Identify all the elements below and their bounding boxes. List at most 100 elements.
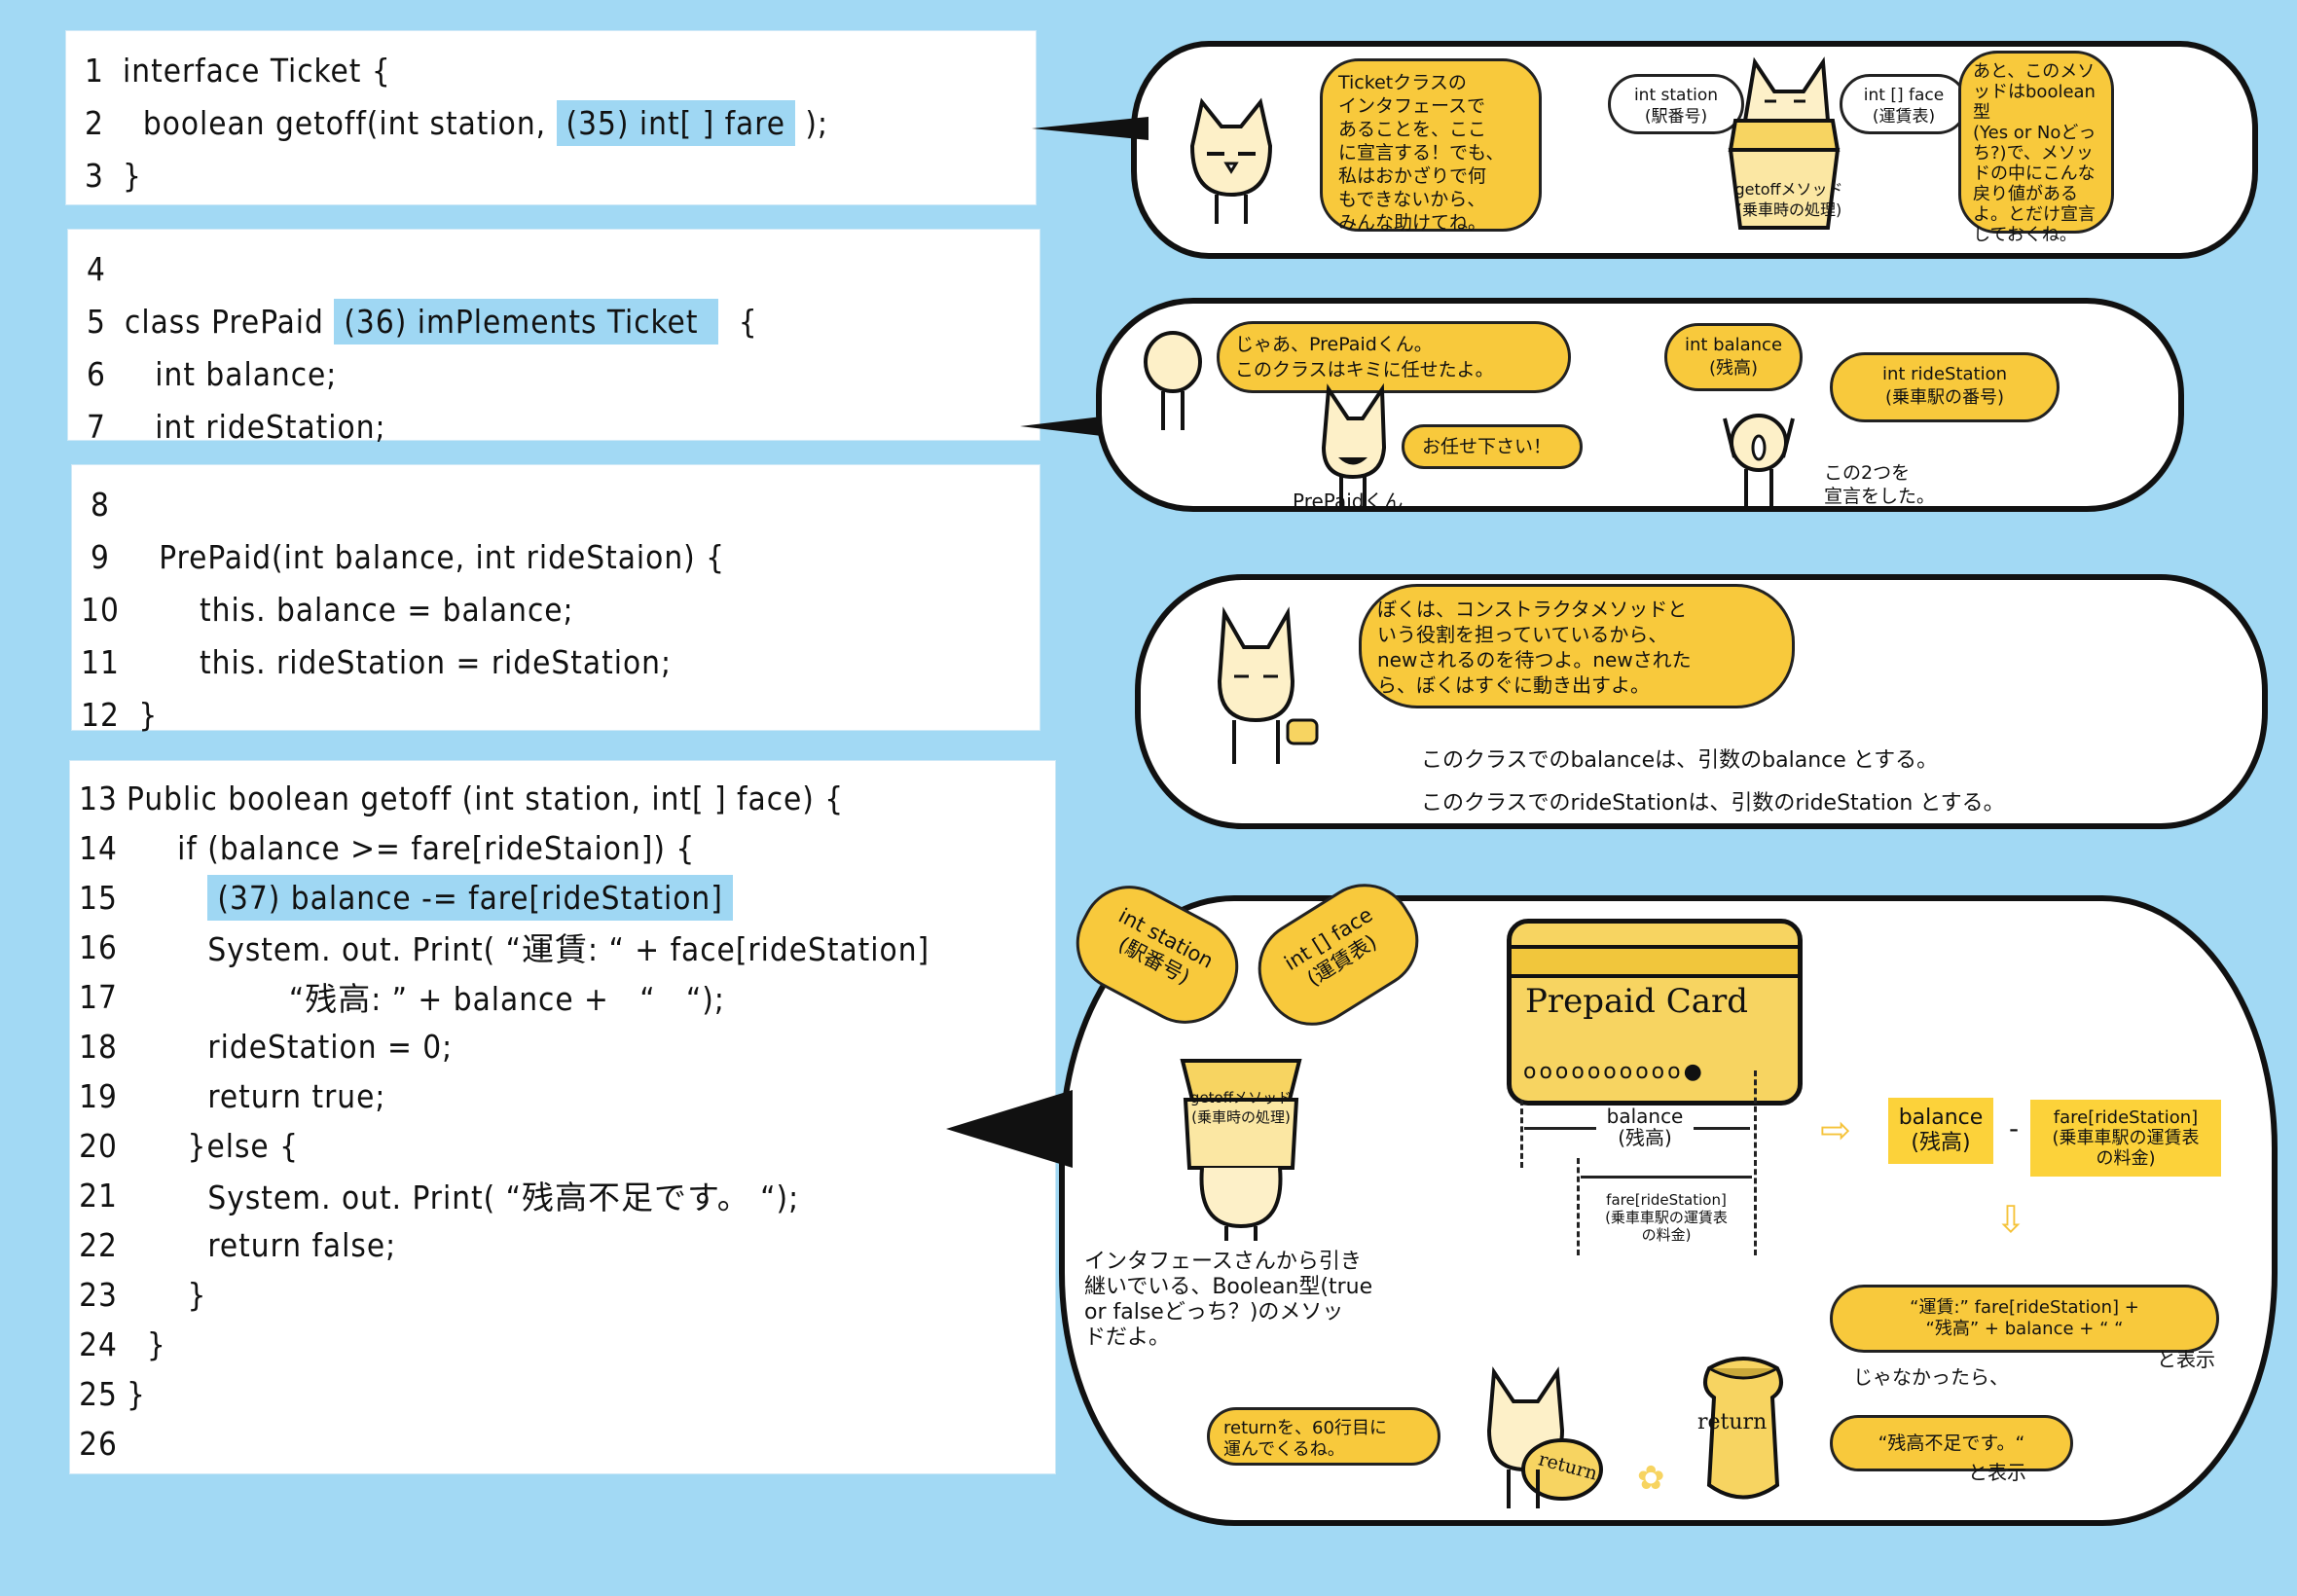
return-bag-label: return <box>1697 1410 1768 1434</box>
code-line: 20 }else { <box>70 1120 299 1171</box>
cat-with-box-icon <box>1180 1059 1302 1241</box>
code-text: return false; <box>127 1225 397 1264</box>
line-number: 24 <box>79 1324 118 1363</box>
line-number: 19 <box>79 1076 118 1115</box>
cat-icon <box>1189 97 1273 224</box>
line-number: 13 <box>79 779 118 817</box>
code-text: } <box>127 1374 146 1413</box>
prepaid-card: Prepaid Card oooooooooo● <box>1507 919 1803 1106</box>
code-line: 21 System. out. Print( “残高不足です。 “); <box>70 1170 799 1220</box>
panel-4-box-label: getoffメソッド (乗車時の処理) <box>1189 1089 1293 1126</box>
code-text: } <box>128 695 159 734</box>
code-line: 7 int rideStation; <box>68 401 386 452</box>
code-text: }else { <box>127 1126 300 1165</box>
prepaid-character-name: PrePaidくん <box>1293 490 1404 513</box>
line-number: 21 <box>79 1176 118 1215</box>
code-text: if (balance >= fare[rideStaion]) { <box>127 828 696 867</box>
panel-4-tail <box>946 1090 1073 1168</box>
card-title: Prepaid Card <box>1525 982 1749 1021</box>
code-line: 1 interface Ticket { <box>66 45 391 95</box>
answer-blank-highlight: (37) balance -= fare[rideStation] <box>207 874 733 921</box>
param-face-bubble: int [] face (運賃表) <box>1840 74 1968 134</box>
code-line: 22 return false; <box>70 1219 396 1270</box>
code-text: int balance; <box>125 354 338 393</box>
code-text: this. rideStation = rideStation; <box>128 642 672 681</box>
surprised-cat-icon <box>1723 414 1795 508</box>
arrow-right-icon: ⇨ <box>1820 1108 1851 1151</box>
code-line: 25} <box>70 1368 146 1419</box>
line-number: 2 <box>85 103 104 142</box>
line-number: 7 <box>87 407 106 446</box>
code-line: 14 if (balance >= fare[rideStaion]) { <box>70 822 695 873</box>
code-line: 23 } <box>70 1269 206 1320</box>
code-text: rideStation = 0; <box>127 1027 454 1066</box>
panel-1-return-speech: あと、このメソ ッドはboolean型 (Yes or Noどっ ち?)で、メソ… <box>1958 51 2114 245</box>
code-block-constructor: 8 9 PrePaid(int balance, int rideStaion) … <box>72 465 1039 734</box>
line-number: 17 <box>79 977 118 1016</box>
code-text: Public boolean getoff (int station, int[… <box>127 779 845 817</box>
code-line: 6 int balance; <box>68 348 337 399</box>
answer-blank-highlight: (36) imPlements Ticket <box>334 298 718 345</box>
code-text: System. out. Print( “残高不足です。 “); <box>127 1179 800 1216</box>
code-text: int rideStation; <box>125 407 386 446</box>
line-number: 11 <box>81 642 120 681</box>
code-text: } <box>127 1275 207 1314</box>
inherit-note: インタフェースさんから引き 継いでいる、Boolean型(true or fal… <box>1084 1250 1373 1350</box>
code-line: 9 PrePaid(int balance, int rideStaion) { <box>72 531 725 582</box>
line-number: 15 <box>79 878 118 917</box>
code-line: 11 this. rideStation = rideStation; <box>72 636 672 687</box>
code-line: 5 class PrePaid (36) imPlements Ticket { <box>68 296 758 346</box>
card-holes: oooooooooo● <box>1523 1060 1705 1084</box>
fare-dimension-label: fare[rideStation] (乗車車駅の運賃表 の料金) <box>1605 1191 1728 1244</box>
var-balance-bubble: int balance (残高) <box>1664 323 1803 391</box>
line-number: 4 <box>87 249 106 288</box>
code-line: 17 “残高: ” + balance + “ “); <box>70 971 725 1022</box>
panel-3-note-ridestation: このクラスでのrideStationは、引数のrideStation とする。 <box>1421 791 2005 816</box>
output-false-suffix: と表示 <box>1968 1461 2026 1484</box>
code-text: PrePaid(int balance, int rideStaion) { <box>128 537 726 576</box>
code-line: 19 return true; <box>70 1070 385 1121</box>
constructor-cat-icon <box>1217 606 1319 764</box>
line-number: 5 <box>87 302 106 341</box>
code-line: 8 <box>72 479 128 529</box>
fare-arrow <box>1581 1176 1752 1179</box>
balance-dimension-label: balance (残高) <box>1596 1106 1694 1148</box>
line-number: 1 <box>85 51 104 90</box>
code-line: 18 rideStation = 0; <box>70 1021 453 1071</box>
panel-2-speech-reply: お任せ下さい！ <box>1402 424 1583 469</box>
dim-line-left <box>1520 1100 1523 1168</box>
panel-2-tail <box>1020 417 1102 436</box>
code-text: System. out. Print( “運賃: “ + face[rideSt… <box>127 930 930 968</box>
line-number: 20 <box>79 1126 118 1165</box>
formula-balance: balance (残高) <box>1888 1098 1993 1164</box>
code-line: 15 (37) balance -= fare[rideStation] <box>70 872 733 923</box>
line-number: 25 <box>79 1374 118 1413</box>
panel-3-constructor-speech: ぼくは、コンストラクタメソッドと いう役割を担っていているから、 newされるの… <box>1359 584 1795 708</box>
code-line: 4 <box>68 243 125 294</box>
line-number: 18 <box>79 1027 118 1066</box>
code-text: this. balance = balance; <box>128 590 574 629</box>
line-number: 6 <box>87 354 106 393</box>
line-number: 26 <box>79 1424 118 1463</box>
code-text: } <box>123 156 142 195</box>
code-line: 12 } <box>72 689 158 740</box>
code-line: 16 System. out. Print( “運賃: “ + face[rid… <box>70 922 930 972</box>
star-icon: ✿ <box>1637 1459 1665 1498</box>
line-number: 14 <box>79 828 118 867</box>
code-line: 24 } <box>70 1319 166 1369</box>
code-text: interface Ticket { <box>123 51 391 90</box>
formula-minus: - <box>2009 1112 2020 1144</box>
line-number: 8 <box>91 485 110 524</box>
arrow-down-icon: ⇩ <box>1995 1198 2026 1241</box>
formula-fare: fare[rideStation] (乗車車駅の運賃表 の料金) <box>2030 1100 2221 1177</box>
line-number: 22 <box>79 1225 118 1264</box>
panel-1-cat-speech: Ticketクラスの インタフェースで あることを、ここ に宣言する！でも、 私… <box>1320 58 1542 234</box>
code-line: 2 boolean getoff(int station, (35) int[ … <box>66 97 828 148</box>
dim-line-right <box>1754 1070 1757 1255</box>
panel-3-note-balance: このクラスでのbalanceは、引数のbalance とする。 <box>1421 748 1939 773</box>
code-text-after: { <box>717 302 758 341</box>
output-true-suffix: と表示 <box>2157 1348 2215 1371</box>
return-note-bubble: returnを、60行目に 運んでくるね。 <box>1207 1407 1440 1466</box>
line-number: 9 <box>91 537 110 576</box>
var-ridestation-bubble: int rideStation (乗車駅の番号) <box>1830 352 2060 422</box>
